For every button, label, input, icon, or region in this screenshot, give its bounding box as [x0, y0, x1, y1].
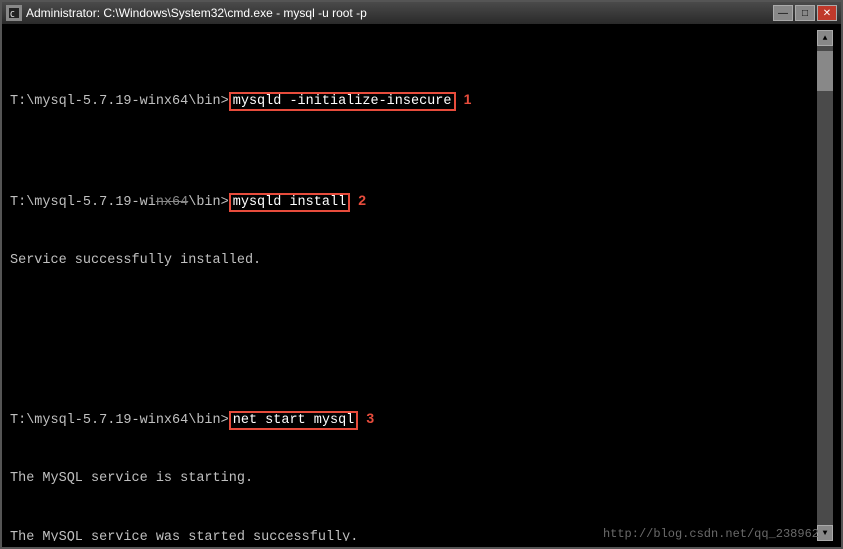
title-bar-left: C Administrator: C:\Windows\System32\cmd… [6, 5, 367, 21]
step-2: 2 [358, 190, 366, 210]
title-bar: C Administrator: C:\Windows\System32\cmd… [2, 2, 841, 24]
maximize-button[interactable]: □ [795, 5, 815, 21]
window-title: Administrator: C:\Windows\System32\cmd.e… [26, 6, 367, 20]
scrollbar-thumb[interactable] [817, 51, 833, 91]
cmd-highlight-2: mysqld install [229, 193, 350, 212]
output-installed: Service successfully installed. [10, 251, 817, 271]
output-starting: The MySQL service is starting. [10, 469, 817, 489]
empty-line-1 [10, 310, 817, 330]
cmd-window: C Administrator: C:\Windows\System32\cmd… [0, 0, 843, 549]
cmd-icon: C [6, 5, 22, 21]
cmd-highlight-3: net start mysql [229, 411, 359, 430]
watermark: http://blog.csdn.net/qq_238962 [603, 527, 819, 541]
step-3: 3 [366, 408, 374, 428]
cmd-highlight-1: mysqld -initialize-insecure [229, 92, 456, 111]
scrollbar[interactable]: ▲ ▼ [817, 30, 833, 541]
terminal-line-2: T:\mysql-5.7.19-winx64\bin>mysqld instal… [10, 190, 817, 213]
svg-text:C: C [10, 10, 15, 19]
window-controls: — □ ✕ [773, 5, 837, 21]
terminal-content[interactable]: T:\mysql-5.7.19-winx64\bin>mysqld -initi… [10, 30, 817, 541]
close-button[interactable]: ✕ [817, 5, 837, 21]
prompt-3: T:\mysql-5.7.19-winx64\bin> [10, 413, 229, 428]
scrollbar-up-button[interactable]: ▲ [817, 30, 833, 46]
scrollbar-track[interactable] [817, 46, 833, 525]
minimize-button[interactable]: — [773, 5, 793, 21]
terminal-body: T:\mysql-5.7.19-winx64\bin>mysqld -initi… [2, 24, 841, 547]
step-1: 1 [464, 89, 472, 109]
terminal-line-1: T:\mysql-5.7.19-winx64\bin>mysqld -initi… [10, 89, 817, 112]
scrollbar-down-button[interactable]: ▼ [817, 525, 833, 541]
prompt-2: T:\mysql-5.7.19-winx64\bin> [10, 195, 229, 210]
terminal-line-3: T:\mysql-5.7.19-winx64\bin>net start mys… [10, 408, 817, 431]
prompt-1: T:\mysql-5.7.19-winx64\bin> [10, 94, 229, 109]
